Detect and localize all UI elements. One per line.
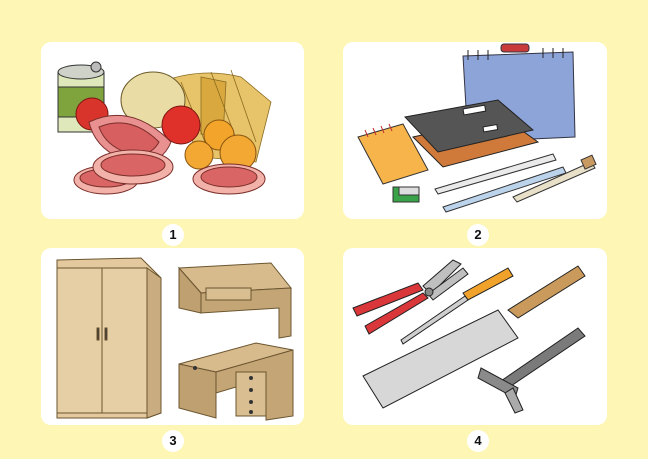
food-illustration (57, 61, 272, 195)
panel-number-4: 4 (467, 430, 489, 452)
panel-4-tools (343, 248, 607, 425)
tools-illustration (352, 259, 586, 414)
panel-number-2: 2 (467, 224, 489, 246)
eraser (392, 186, 420, 203)
panel-2-stationery (343, 42, 607, 219)
desk-with-drawers (178, 342, 294, 421)
panel-1-food (41, 42, 304, 219)
pliers (352, 259, 469, 335)
panel-number-3: 3 (162, 430, 184, 452)
furniture-illustration (56, 257, 294, 421)
memo-pad (357, 123, 429, 185)
panel-number-1: 1 (162, 224, 184, 246)
panel-3-furniture (41, 248, 304, 425)
desk (177, 262, 292, 339)
orange (184, 140, 214, 170)
wardrobe (56, 257, 162, 419)
stationery-illustration (357, 43, 597, 213)
